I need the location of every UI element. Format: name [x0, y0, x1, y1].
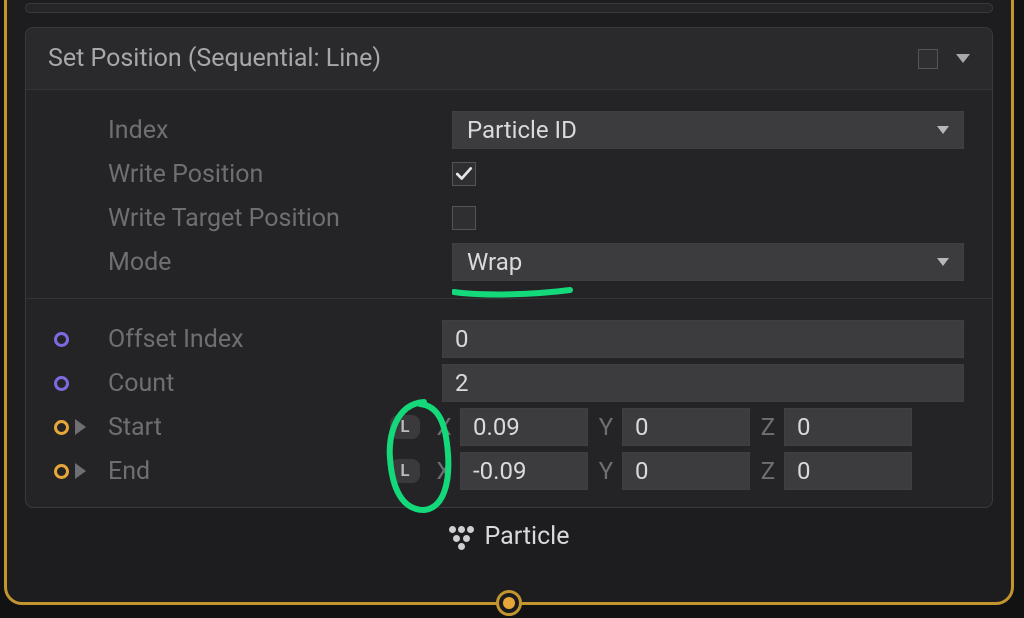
port-icon[interactable] [54, 464, 69, 479]
label-write-position: Write Position [104, 160, 444, 189]
row-start: Start L X 0.09 Y 0 Z 0 [54, 405, 964, 449]
mode-dropdown[interactable]: Wrap [452, 243, 964, 281]
axis-y-label: Y [596, 413, 616, 441]
node-footer: Particle [25, 508, 993, 557]
space-badge-end[interactable]: L [390, 459, 420, 483]
port-icon[interactable] [54, 420, 69, 435]
axis-y-label: Y [596, 457, 616, 485]
label-write-target-position: Write Target Position [104, 204, 444, 233]
expand-triangle-icon[interactable] [75, 463, 86, 479]
row-offset-index: Offset Index 0 [54, 317, 964, 361]
start-y-field[interactable]: 0 [622, 408, 750, 446]
check-icon [455, 165, 473, 183]
row-count: Count 2 [54, 361, 964, 405]
port-icon[interactable] [54, 332, 69, 347]
end-z-field[interactable]: 0 [784, 452, 912, 490]
particle-icon [449, 526, 475, 548]
inputs-section: Offset Index 0 Count 2 Start L [26, 298, 992, 507]
dropdown-chevron-icon [937, 258, 949, 266]
axis-z-label: Z [758, 457, 778, 485]
row-index: Index Particle ID [54, 108, 964, 152]
mode-dropdown-value: Wrap [467, 248, 522, 276]
block-title: Set Position (Sequential: Line) [48, 44, 918, 73]
end-x-field[interactable]: -0.09 [460, 452, 588, 490]
label-end: End [104, 457, 384, 486]
footer-label: Particle [485, 522, 570, 551]
start-z-field[interactable]: 0 [784, 408, 912, 446]
axis-z-label: Z [758, 413, 778, 441]
row-mode: Mode Wrap [54, 240, 964, 284]
port-icon[interactable] [54, 376, 69, 391]
expand-triangle-icon[interactable] [75, 419, 86, 435]
space-badge-start[interactable]: L [390, 415, 420, 439]
block-enable-checkbox[interactable] [918, 49, 938, 69]
row-end: End L X -0.09 Y 0 Z 0 [54, 449, 964, 493]
axis-x-label: X [434, 457, 454, 485]
start-x-field[interactable]: 0.09 [460, 408, 588, 446]
node-output-port[interactable] [496, 590, 522, 616]
write-position-checkbox[interactable] [452, 162, 476, 186]
offset-index-field[interactable]: 0 [442, 320, 964, 358]
properties-section: Index Particle ID Write Position [26, 89, 992, 298]
axis-x-label: X [434, 413, 454, 441]
chevron-down-icon[interactable] [956, 54, 970, 63]
row-write-target-position: Write Target Position [54, 196, 964, 240]
index-dropdown-value: Particle ID [467, 116, 577, 144]
block-header[interactable]: Set Position (Sequential: Line) [26, 28, 992, 89]
dropdown-chevron-icon [937, 126, 949, 134]
label-mode: Mode [104, 248, 444, 277]
label-index: Index [104, 116, 444, 145]
label-count: Count [104, 369, 434, 398]
end-y-field[interactable]: 0 [622, 452, 750, 490]
vfx-node-frame: Set Position (Sequential: Line) Index Pa… [4, 0, 1014, 605]
previous-block-bottom [25, 3, 993, 13]
set-position-block: Set Position (Sequential: Line) Index Pa… [25, 27, 993, 508]
count-field[interactable]: 2 [442, 364, 964, 402]
write-target-position-checkbox[interactable] [452, 206, 476, 230]
row-write-position: Write Position [54, 152, 964, 196]
label-start: Start [104, 413, 384, 442]
index-dropdown[interactable]: Particle ID [452, 111, 964, 149]
label-offset-index: Offset Index [104, 325, 434, 354]
